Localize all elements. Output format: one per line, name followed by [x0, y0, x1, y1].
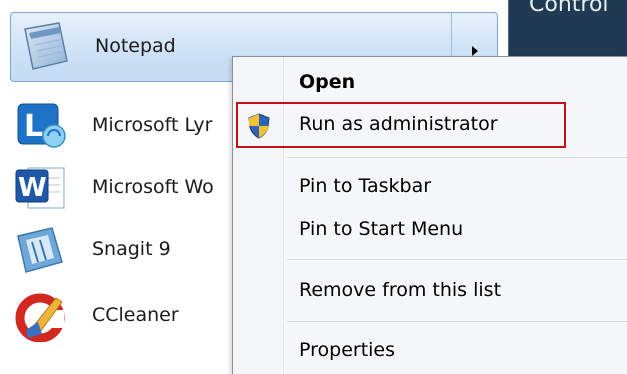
program-label: Snagit 9	[92, 238, 171, 260]
uac-shield-icon	[247, 113, 271, 139]
ccleaner-icon	[12, 288, 72, 343]
menu-item-label: Run as administrator	[299, 113, 498, 135]
menu-item-remove-from-list[interactable]: Remove from this list	[233, 271, 627, 311]
snagit-icon	[12, 222, 72, 276]
menu-item-open[interactable]: Open	[233, 63, 627, 103]
menu-separator	[287, 157, 627, 159]
context-menu: Open Run as administrator Pin to Taskbar…	[232, 56, 627, 374]
program-label: Microsoft Lyr	[92, 114, 213, 136]
program-label: CCleaner	[92, 304, 179, 326]
notepad-icon	[15, 19, 75, 73]
menu-item-label: Open	[299, 71, 356, 93]
menu-item-label: Properties	[299, 339, 396, 361]
program-label: Microsoft Wo	[92, 176, 214, 198]
menu-item-pin-to-start-menu[interactable]: Pin to Start Menu	[233, 210, 627, 250]
menu-item-properties[interactable]: Properties	[233, 331, 627, 371]
lync-icon: L	[12, 98, 72, 152]
program-label: Notepad	[95, 35, 176, 57]
svg-text:L: L	[24, 109, 43, 144]
menu-item-label: Remove from this list	[299, 279, 502, 301]
control-panel-link[interactable]: Control	[529, 0, 609, 17]
menu-item-label: Pin to Start Menu	[299, 218, 464, 240]
menu-item-label: Pin to Taskbar	[299, 175, 432, 197]
menu-separator	[287, 259, 627, 261]
menu-item-pin-to-taskbar[interactable]: Pin to Taskbar	[233, 167, 627, 207]
word-icon: W	[12, 160, 72, 214]
svg-text:W: W	[18, 173, 47, 203]
menu-separator	[287, 321, 627, 323]
menu-item-run-as-administrator[interactable]: Run as administrator	[233, 105, 627, 145]
chevron-right-icon	[472, 46, 478, 56]
